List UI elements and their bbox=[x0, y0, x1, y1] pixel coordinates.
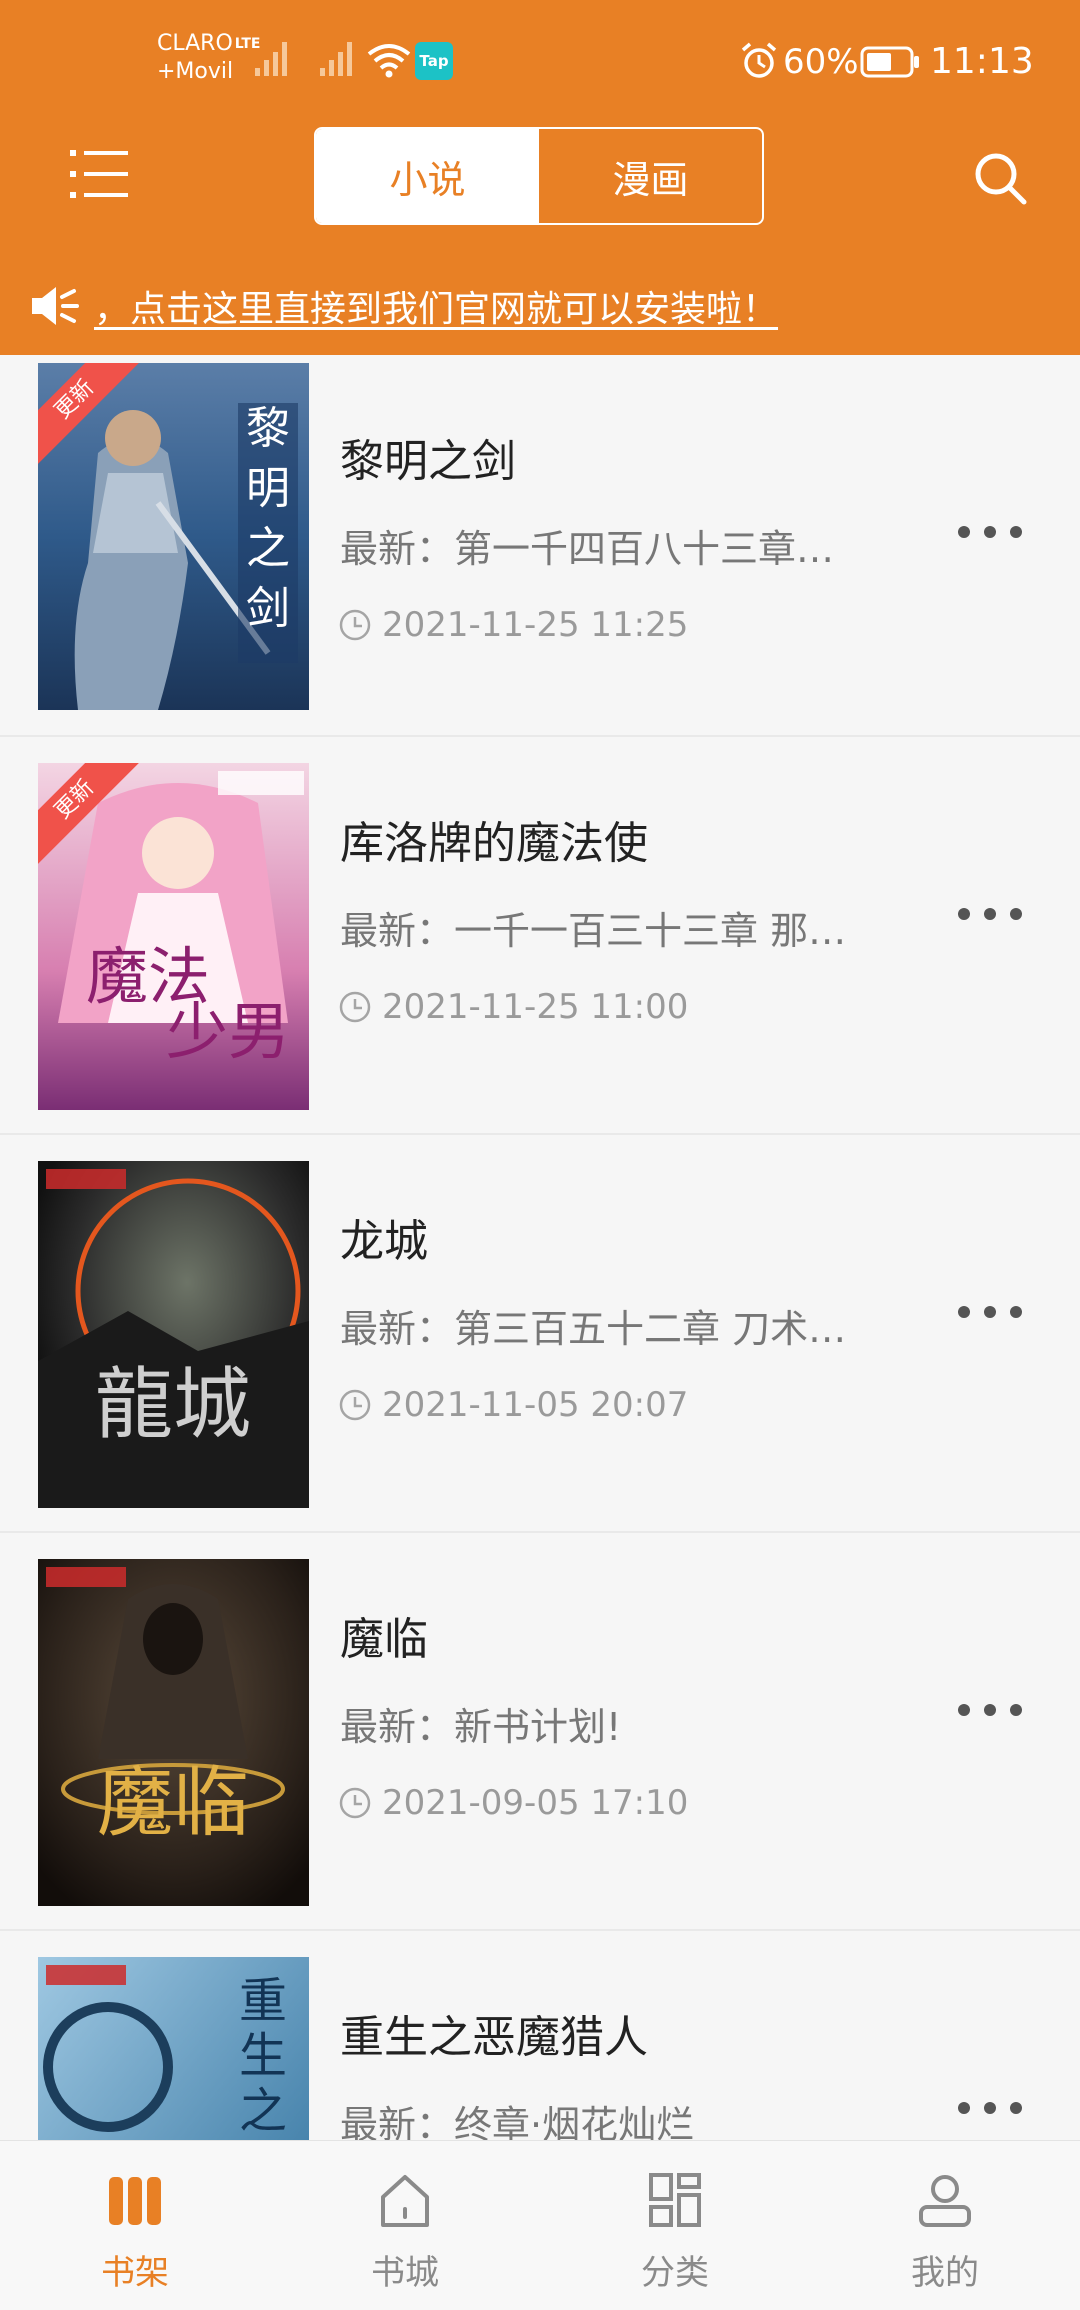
update-time: 2021-11-25 11:00 bbox=[338, 987, 688, 1027]
list-item[interactable]: 重 生 之 恶 重生之恶魔猎人 最新：终章·烟花灿烂 bbox=[0, 1931, 1080, 2140]
svg-text:龍城: 龍城 bbox=[95, 1360, 251, 1450]
update-time-text: 2021-11-25 11:25 bbox=[382, 605, 689, 645]
home-icon bbox=[381, 2175, 429, 2227]
carrier-name: CLARO LTE +Movil bbox=[157, 30, 261, 86]
more-options-icon[interactable] bbox=[958, 2093, 1022, 2123]
tab-novel[interactable]: 小说 bbox=[316, 129, 539, 223]
notice-text[interactable]: ，点击这里直接到我们官网就可以安装啦！ bbox=[94, 280, 778, 332]
more-options-icon[interactable] bbox=[958, 899, 1022, 929]
book-cover: 魔法 少男 更新 bbox=[38, 763, 309, 1110]
latest-chapter: 最新：新书计划! bbox=[340, 1705, 622, 1749]
book-title: 魔临 bbox=[340, 1614, 428, 1665]
more-options-icon[interactable] bbox=[958, 1297, 1022, 1327]
status-time: 11:13 bbox=[930, 41, 1034, 82]
latest-chapter: 最新：第三百五十二章 刀术… bbox=[340, 1307, 847, 1351]
more-options-icon[interactable] bbox=[958, 517, 1022, 547]
list-item[interactable]: 魔法 少男 更新 库洛牌的魔法使 最新：一千一百三十三章 那… 2021-11-… bbox=[0, 737, 1080, 1135]
carrier-line1: CLARO bbox=[157, 31, 233, 56]
svg-text:剑: 剑 bbox=[246, 583, 290, 634]
svg-text:之: 之 bbox=[239, 2083, 287, 2139]
list-item[interactable]: 龍城 龙城 最新：第三百五十二章 刀术… 2021-11-05 20:07 bbox=[0, 1135, 1080, 1533]
signal-icon bbox=[255, 42, 287, 76]
bottom-navigation: 书架 书城 分类 我的 bbox=[0, 2140, 1080, 2310]
latest-chapter: 最新：终章·烟花灿烂 bbox=[340, 2103, 695, 2140]
tap-app-icon: Tap bbox=[415, 42, 453, 80]
book-cover: 魔临 bbox=[38, 1559, 309, 1906]
book-title: 黎明之剑 bbox=[340, 436, 516, 487]
battery-percent: 60% bbox=[783, 42, 859, 82]
app-header: CLARO LTE +Movil Tap 60% 11:13 小说 漫画 ，点击… bbox=[0, 0, 1080, 355]
svg-text:魔临: 魔临 bbox=[97, 1758, 249, 1847]
speaker-icon bbox=[32, 287, 79, 325]
search-icon[interactable] bbox=[972, 150, 1028, 206]
book-cover: 重 生 之 恶 bbox=[38, 1957, 309, 2140]
book-title: 重生之恶魔猎人 bbox=[340, 2012, 648, 2063]
nav-bookshelf[interactable]: 书架 bbox=[0, 2141, 270, 2310]
nav-label: 书架 bbox=[101, 2253, 169, 2293]
svg-text:重: 重 bbox=[239, 1973, 287, 2029]
carrier-line2: +Movil bbox=[157, 59, 234, 84]
clock-icon bbox=[339, 609, 371, 641]
nav-label: 我的 bbox=[911, 2253, 979, 2293]
menu-icon[interactable] bbox=[70, 148, 130, 200]
list-item[interactable]: 黎 明 之 剑 更新 黎明之剑 最新：第一千四百八十三章… 2021-11-25… bbox=[0, 355, 1080, 737]
more-options-icon[interactable] bbox=[958, 1695, 1022, 1725]
latest-chapter: 最新：一千一百三十三章 那… bbox=[340, 909, 847, 953]
clock-icon bbox=[339, 1787, 371, 1819]
profile-icon bbox=[919, 2175, 971, 2227]
tab-comic[interactable]: 漫画 bbox=[539, 129, 762, 223]
category-icon bbox=[649, 2173, 701, 2227]
status-bar: CLARO LTE +Movil Tap 60% 11:13 bbox=[0, 0, 1080, 120]
svg-text:明: 明 bbox=[246, 463, 290, 514]
update-time: 2021-11-05 20:07 bbox=[338, 1385, 688, 1425]
update-time-text: 2021-09-05 17:10 bbox=[382, 1783, 689, 1823]
clock-icon bbox=[339, 991, 371, 1023]
book-list: 黎 明 之 剑 更新 黎明之剑 最新：第一千四百八十三章… 2021-11-25… bbox=[0, 355, 1080, 2140]
book-cover: 龍城 bbox=[38, 1161, 309, 1508]
svg-text:黎: 黎 bbox=[246, 403, 290, 454]
book-title: 龙城 bbox=[340, 1216, 428, 1267]
content-type-tabs: 小说 漫画 bbox=[314, 127, 764, 225]
nav-category[interactable]: 分类 bbox=[540, 2141, 810, 2310]
book-title: 库洛牌的魔法使 bbox=[340, 818, 648, 869]
svg-text:之: 之 bbox=[246, 523, 290, 574]
update-time-text: 2021-11-05 20:07 bbox=[382, 1385, 689, 1425]
notice-banner[interactable]: ，点击这里直接到我们官网就可以安装啦！ bbox=[30, 276, 1050, 336]
update-time: 2021-09-05 17:10 bbox=[338, 1783, 688, 1823]
nav-profile[interactable]: 我的 bbox=[810, 2141, 1080, 2310]
nav-bookstore[interactable]: 书城 bbox=[270, 2141, 540, 2310]
book-cover: 黎 明 之 剑 更新 bbox=[38, 363, 309, 710]
nav-label: 分类 bbox=[641, 2253, 709, 2293]
latest-chapter: 最新：第一千四百八十三章… bbox=[340, 527, 835, 571]
bookshelf-icon bbox=[109, 2177, 161, 2225]
update-time: 2021-11-25 11:25 bbox=[338, 605, 688, 645]
list-item[interactable]: 魔临 魔临 最新：新书计划! 2021-09-05 17:10 bbox=[0, 1533, 1080, 1931]
svg-text:少男: 少男 bbox=[166, 995, 290, 1068]
nav-label: 书城 bbox=[371, 2253, 439, 2293]
clock-icon bbox=[339, 1389, 371, 1421]
wifi-icon bbox=[367, 44, 411, 78]
svg-text:生: 生 bbox=[239, 2028, 287, 2084]
alarm-icon bbox=[741, 42, 777, 78]
update-time-text: 2021-11-25 11:00 bbox=[382, 987, 689, 1027]
app-screen: CLARO LTE +Movil Tap 60% 11:13 小说 漫画 ，点击… bbox=[0, 0, 1080, 2310]
signal-icon bbox=[320, 42, 352, 76]
battery-icon bbox=[860, 46, 919, 78]
